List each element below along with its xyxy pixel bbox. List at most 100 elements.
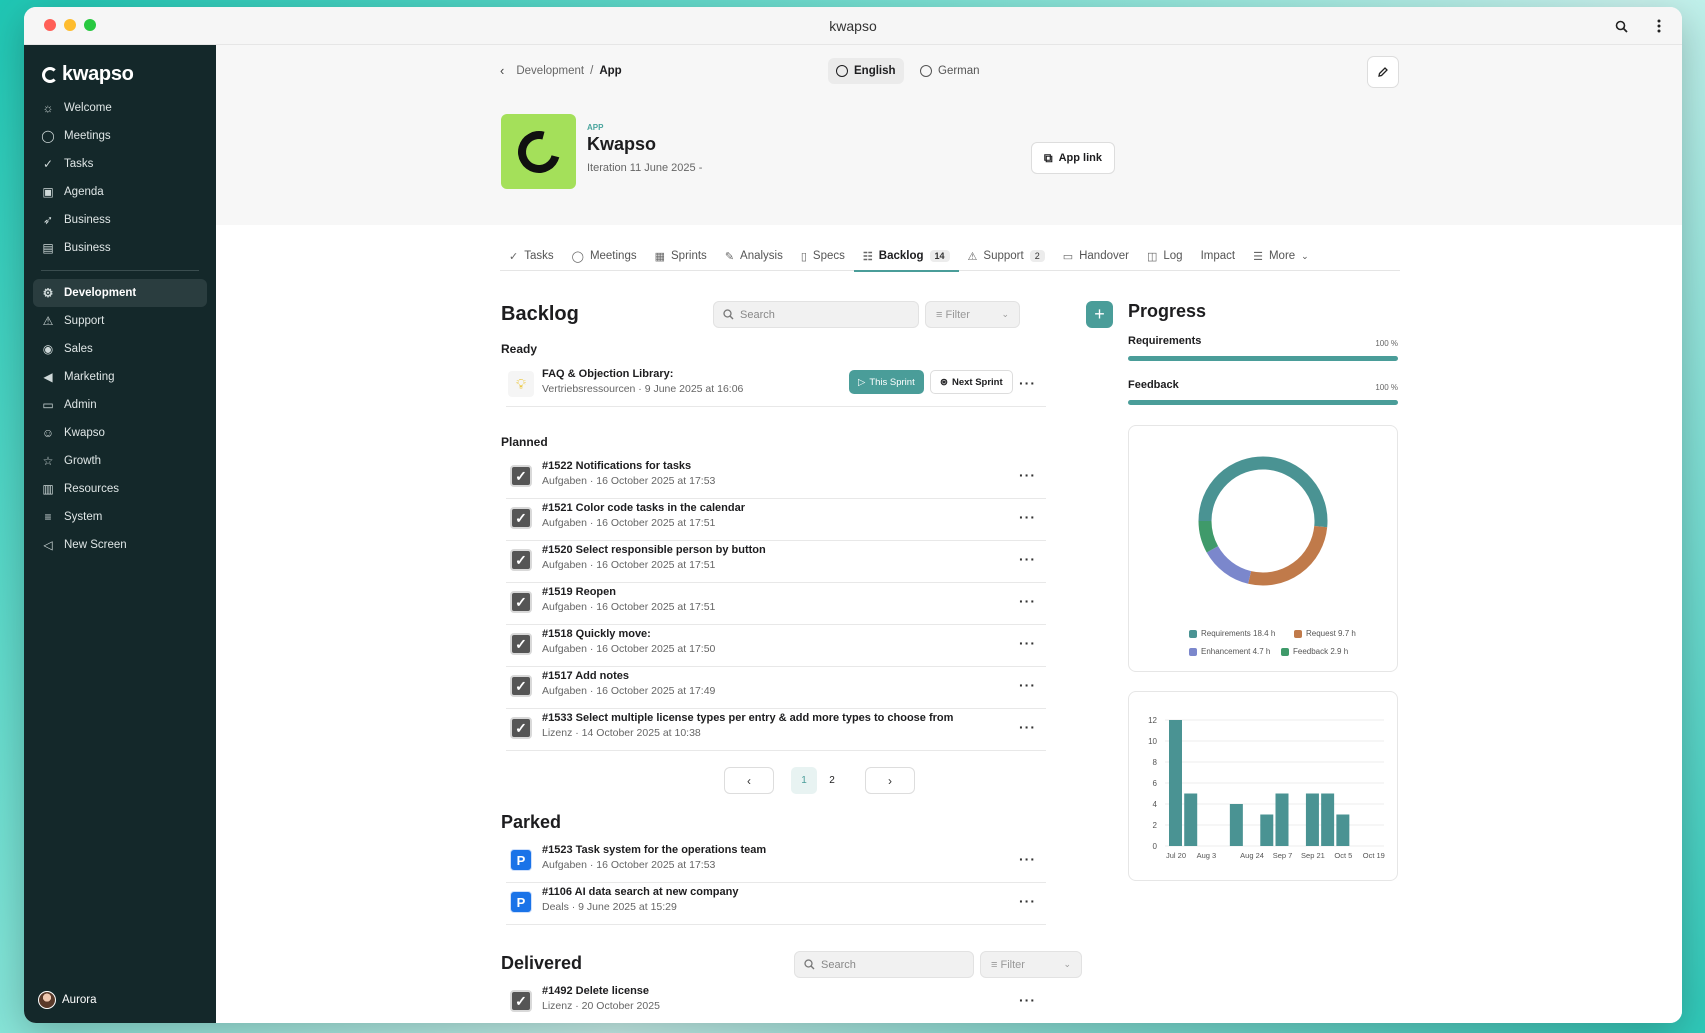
- tab-label: Support: [983, 250, 1024, 262]
- sidebar-item-new-screen[interactable]: ◁ New Screen: [33, 531, 207, 559]
- y-tick-label: 4: [1153, 800, 1158, 809]
- language-german[interactable]: German: [912, 58, 988, 84]
- app-link-button[interactable]: ⧉ App link: [1031, 142, 1115, 174]
- edit-button[interactable]: [1367, 56, 1399, 88]
- search-icon[interactable]: [1610, 15, 1632, 37]
- language-label: German: [938, 65, 980, 77]
- legend-label: Request 9.7 h: [1306, 629, 1356, 638]
- tab-specs[interactable]: ▯ Specs: [792, 241, 854, 271]
- tab-backlog[interactable]: ☷ Backlog 14: [853, 241, 959, 272]
- this-sprint-button[interactable]: ▷ This Sprint: [849, 370, 924, 394]
- sidebar-item-label: Sales: [64, 343, 93, 355]
- prev-page-button[interactable]: ‹: [724, 767, 774, 794]
- more-options-icon[interactable]: ···: [1019, 467, 1036, 483]
- more-options-icon[interactable]: ···: [1019, 851, 1036, 867]
- list-item[interactable]: ✓ #1492 Delete license Lizenz · 20 October…: [506, 982, 1046, 1023]
- tab-meetings[interactable]: ◯ Meetings: [563, 241, 646, 271]
- sidebar-item-business-2[interactable]: ▤ Business: [33, 234, 207, 262]
- sidebar-item-kwapso[interactable]: ☺ Kwapso: [33, 419, 207, 447]
- more-options-icon[interactable]: ···: [1019, 992, 1036, 1008]
- sidebar-nav: ☼ Welcome ◯ Meetings ✓ Tasks ▣ Agenda ➶ Busin…: [33, 94, 207, 559]
- sidebar-item-agenda[interactable]: ▣ Agenda: [33, 178, 207, 206]
- check-circle-icon: ✓: [509, 250, 519, 263]
- list-item[interactable]: ✓ #1519 Reopen Aufgaben · 16 October 2025 …: [506, 583, 1046, 625]
- sidebar-item-marketing[interactable]: ◀ Marketing: [33, 363, 207, 391]
- sidebar-item-admin[interactable]: ▭ Admin: [33, 391, 207, 419]
- sidebar-item-meetings[interactable]: ◯ Meetings: [33, 122, 207, 150]
- delivered-filter-select[interactable]: ≡ Filter ⌄: [980, 951, 1082, 978]
- checkbox-checked-icon[interactable]: ✓: [510, 549, 532, 571]
- checkbox-checked-icon[interactable]: ✓: [510, 990, 532, 1012]
- list-item[interactable]: ✓ #1533 Select multiple license types per…: [506, 709, 1046, 751]
- add-item-button[interactable]: +: [1086, 301, 1113, 328]
- delivered-search-input[interactable]: Search: [794, 951, 974, 978]
- tab-log[interactable]: ◫ Log: [1138, 241, 1192, 271]
- sun-icon: ☼: [42, 101, 54, 115]
- checkbox-checked-icon[interactable]: ✓: [510, 591, 532, 613]
- sidebar-item-business[interactable]: ➶ Business: [33, 206, 207, 234]
- sidebar-item-growth[interactable]: ☆ Growth: [33, 447, 207, 475]
- next-page-button[interactable]: ›: [865, 767, 915, 794]
- tab-more[interactable]: ☰ More ⌄: [1244, 241, 1318, 271]
- list-item[interactable]: ✓ #1521 Color code tasks in the calendar A…: [506, 499, 1046, 541]
- tab-label: Sprints: [671, 250, 707, 262]
- breadcrumb-parent[interactable]: Development: [516, 65, 584, 77]
- more-vertical-icon[interactable]: [1648, 15, 1670, 37]
- list-item[interactable]: ✓ #1522 Notifications for tasks Aufgaben ·…: [506, 457, 1046, 499]
- checkbox-checked-icon[interactable]: ✓: [510, 465, 532, 487]
- backlog-search-input[interactable]: Search: [713, 301, 919, 328]
- more-options-icon[interactable]: ···: [1019, 677, 1036, 693]
- sidebar-item-sales[interactable]: ◉ Sales: [33, 335, 207, 363]
- backlog-title: Backlog: [501, 303, 579, 325]
- tab-sprints[interactable]: ▦ Sprints: [646, 241, 716, 271]
- page-1-button[interactable]: 1: [791, 767, 817, 794]
- item-title: #1106 AI data search at new company: [542, 886, 739, 898]
- list-item[interactable]: 💡︎ FAQ & Objection Library: Vertriebsres…: [506, 365, 1046, 407]
- checkbox-checked-icon[interactable]: ✓: [510, 633, 532, 655]
- bar: [1260, 814, 1274, 846]
- tab-analysis[interactable]: ✎ Analysis: [716, 241, 792, 271]
- list-item[interactable]: P #1106 AI data search at new company Deal…: [506, 883, 1046, 925]
- more-options-icon[interactable]: ···: [1019, 509, 1036, 525]
- sidebar-item-support[interactable]: ⚠ Support: [33, 307, 207, 335]
- user-profile[interactable]: Aurora: [38, 991, 97, 1009]
- more-options-icon[interactable]: ···: [1019, 593, 1036, 609]
- next-sprint-button[interactable]: ⊛ Next Sprint: [930, 370, 1013, 394]
- x-tick-label: Aug 24: [1240, 851, 1264, 860]
- kwapso-logo[interactable]: kwapso: [42, 63, 134, 86]
- sidebar-item-resources[interactable]: ▥ Resources: [33, 475, 207, 503]
- sliders-icon: ≡: [44, 510, 52, 524]
- tab-handover[interactable]: ▭ Handover: [1054, 241, 1138, 271]
- back-chevron-icon[interactable]: ‹: [500, 63, 504, 78]
- list-item[interactable]: ✓ #1517 Add notes Aufgaben · 16 October 20…: [506, 667, 1046, 709]
- tab-support[interactable]: ⚠ Support 2: [959, 241, 1054, 271]
- list-item[interactable]: ✓ #1520 Select responsible person by butt…: [506, 541, 1046, 583]
- checkbox-checked-icon[interactable]: ✓: [510, 717, 532, 739]
- list-item[interactable]: P #1523 Task system for the operations te…: [506, 841, 1046, 883]
- sidebar-item-development[interactable]: ⚙ Development: [33, 279, 207, 307]
- page-2-button[interactable]: 2: [819, 767, 845, 794]
- gear-icon: ⚙: [42, 286, 54, 300]
- more-options-icon[interactable]: ···: [1019, 551, 1036, 567]
- y-tick-label: 10: [1148, 737, 1157, 746]
- sidebar-item-system[interactable]: ≡ System: [33, 503, 207, 531]
- more-options-icon[interactable]: ···: [1019, 375, 1036, 391]
- tab-tasks[interactable]: ✓ Tasks: [500, 241, 563, 271]
- more-options-icon[interactable]: ···: [1019, 635, 1036, 651]
- calendar-icon: ▦: [654, 250, 666, 263]
- more-options-icon[interactable]: ···: [1019, 893, 1036, 909]
- list-item[interactable]: ✓ #1518 Quickly move: Aufgaben · 16 Octobe…: [506, 625, 1046, 667]
- section-delivered-label: Delivered: [501, 953, 583, 973]
- book-icon: ▭: [1062, 250, 1074, 263]
- window-title: kwapso: [829, 18, 877, 34]
- more-options-icon[interactable]: ···: [1019, 719, 1036, 735]
- legend-swatch: [1189, 629, 1197, 638]
- legend-label: Feedback 2.9 h: [1293, 647, 1349, 656]
- sidebar-item-welcome[interactable]: ☼ Welcome: [33, 94, 207, 122]
- checkbox-checked-icon[interactable]: ✓: [510, 675, 532, 697]
- tab-impact[interactable]: Impact: [1192, 241, 1245, 271]
- language-english[interactable]: English: [828, 58, 904, 84]
- sidebar-item-tasks[interactable]: ✓ Tasks: [33, 150, 207, 178]
- checkbox-checked-icon[interactable]: ✓: [510, 507, 532, 529]
- backlog-filter-select[interactable]: ≡ Filter ⌄: [925, 301, 1020, 328]
